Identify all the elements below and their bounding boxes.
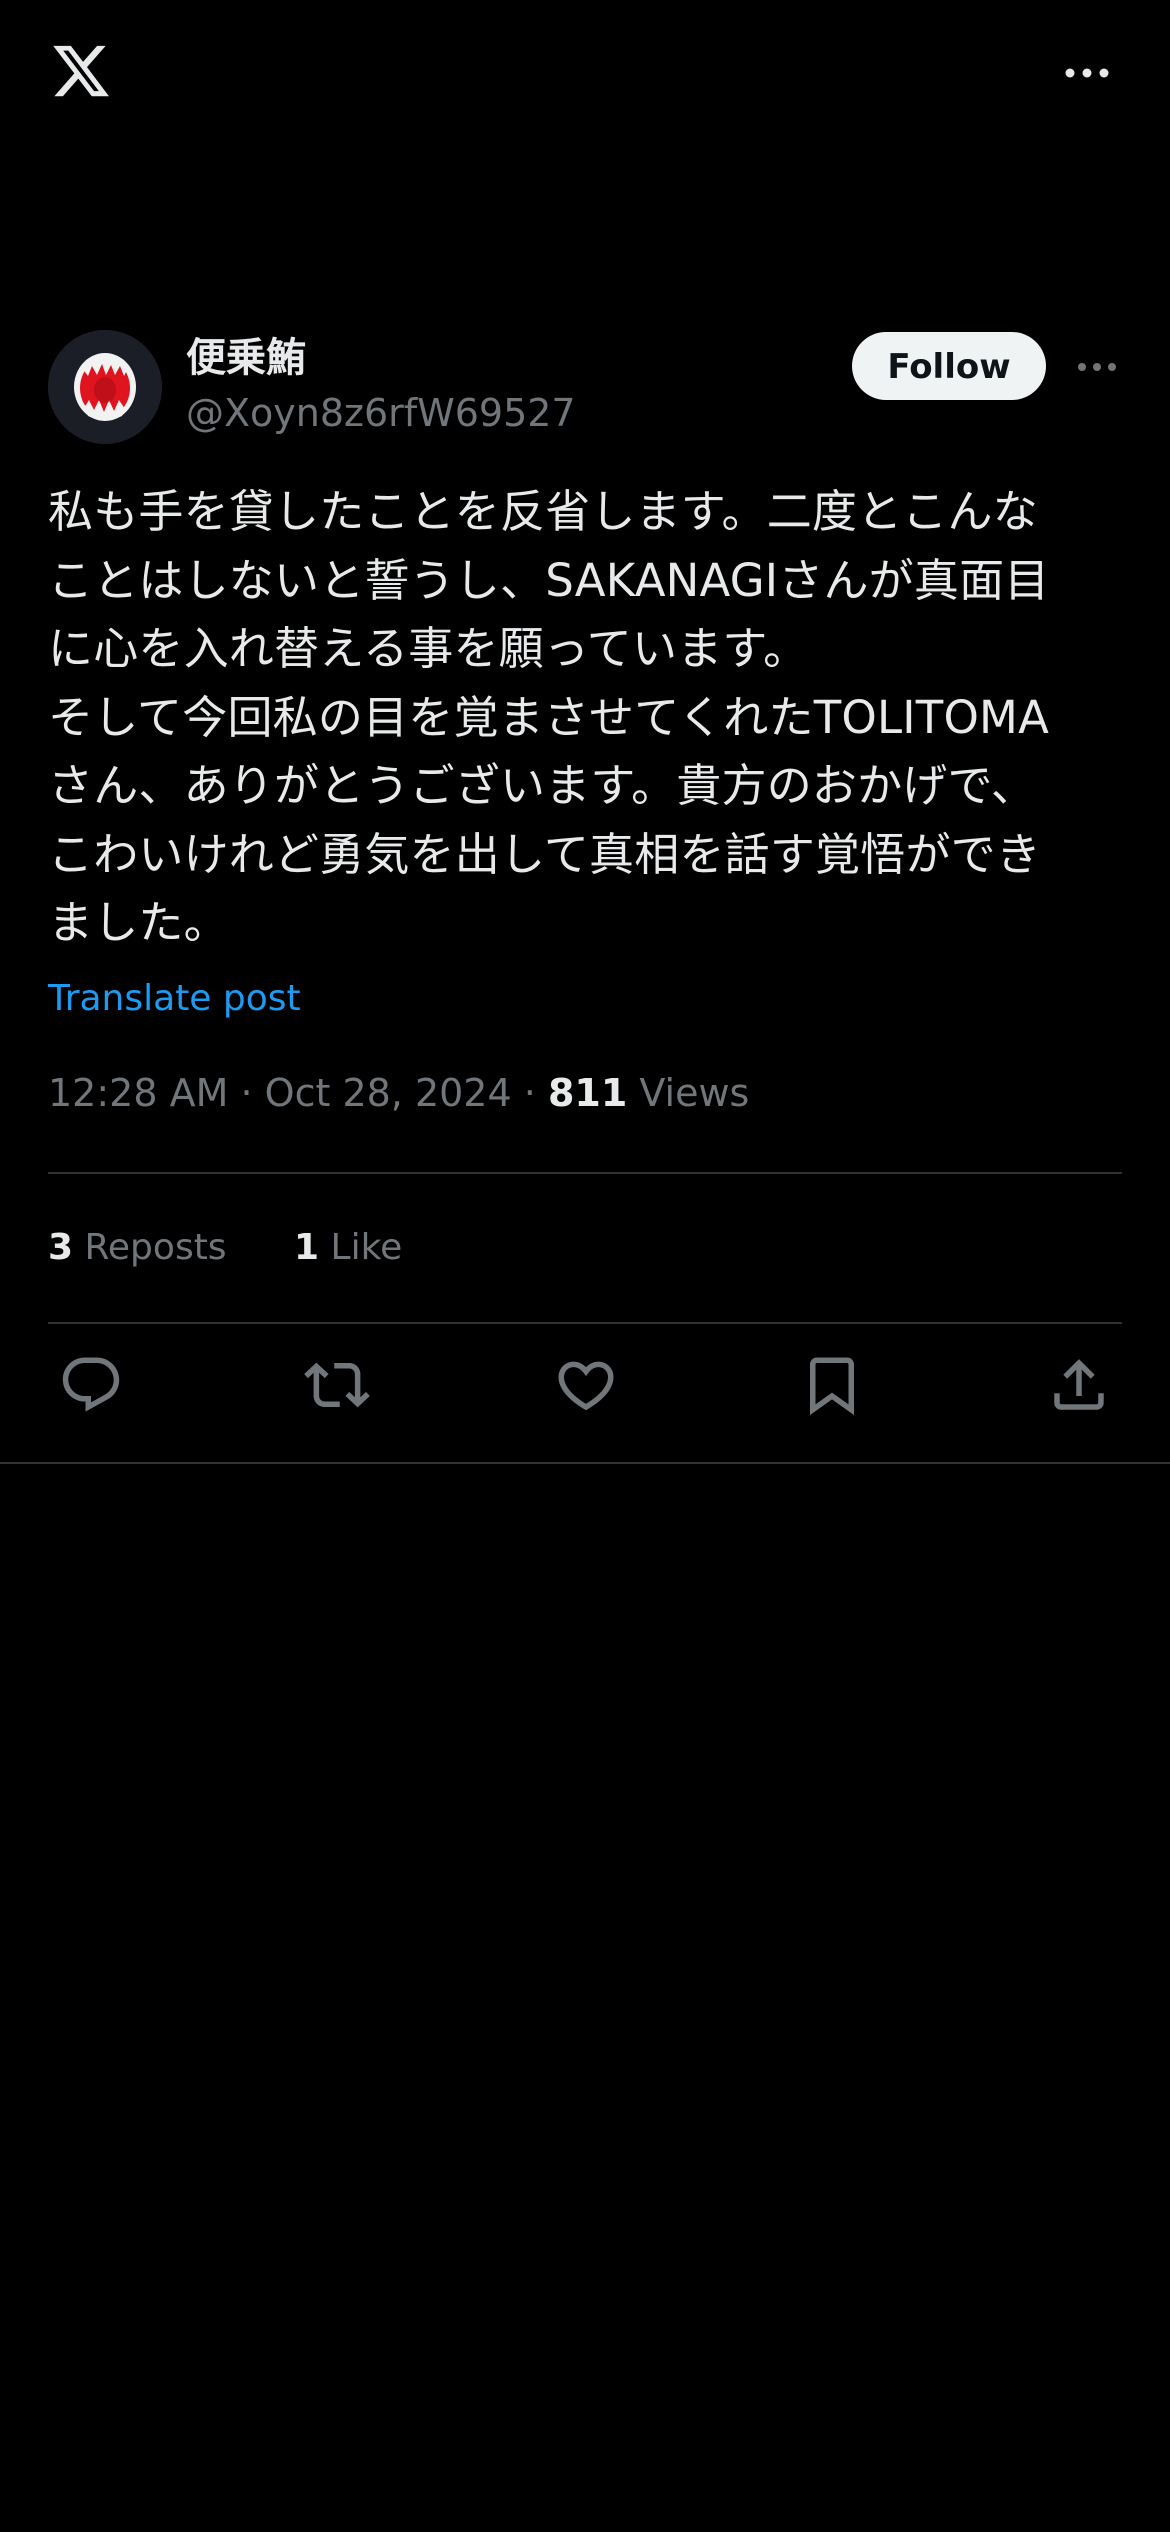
reposts-stat[interactable]: 3 Reposts: [48, 1224, 227, 1272]
post-time[interactable]: 12:28 AM: [48, 1071, 228, 1115]
post-text: 私も手を貸したことを反省します。二度とこんな ことはしないと誓うし、SAKANA…: [48, 478, 1128, 958]
likes-label: Like: [330, 1227, 403, 1268]
post-text-line: ました。: [48, 896, 229, 949]
more-horizontal-icon[interactable]: [1075, 352, 1119, 382]
post-text-line: さん、ありがとうございます。貴方のおかげで、: [48, 759, 1037, 812]
x-logo-icon[interactable]: [48, 40, 114, 102]
post-meta: 12:28 AM · Oct 28, 2024 · 811 Views: [48, 1068, 749, 1118]
post-text-line: に心を入れ替える事を願っています。: [48, 622, 809, 675]
divider: [48, 1322, 1122, 1324]
post-text-line: ことはしないと誓うし、SAKANAGIさんが真面目: [48, 553, 1050, 607]
avatar[interactable]: [48, 330, 162, 444]
heart-icon[interactable]: [553, 1352, 619, 1418]
translate-post-link[interactable]: Translate post: [48, 975, 301, 1023]
meta-separator: ·: [523, 1071, 536, 1115]
divider: [0, 1462, 1170, 1464]
reposts-label: Reposts: [84, 1227, 227, 1268]
bookmark-icon[interactable]: [799, 1352, 865, 1418]
follow-button[interactable]: Follow: [852, 332, 1046, 400]
post-text-line: そして今回私の目を覚まさせてくれたTOLITOMA: [48, 690, 1050, 744]
likes-count: 1: [294, 1227, 320, 1268]
reposts-count: 3: [48, 1227, 74, 1268]
post-date[interactable]: Oct 28, 2024: [265, 1071, 512, 1115]
post-actions: [0, 1352, 1170, 1432]
divider: [48, 1172, 1122, 1174]
views-count: 811: [547, 1071, 628, 1115]
author-name[interactable]: 便乗鮪: [186, 332, 306, 384]
red-open-mouth-avatar-icon: [48, 330, 162, 444]
share-icon[interactable]: [1046, 1352, 1112, 1418]
post-text-line: 私も手を貸したことを反省します。二度とこんな: [48, 485, 1038, 538]
repost-icon[interactable]: [304, 1352, 370, 1418]
author-handle[interactable]: @Xoyn8z6rfW69527: [186, 388, 576, 438]
meta-separator: ·: [240, 1071, 253, 1115]
more-horizontal-icon[interactable]: [1062, 58, 1112, 88]
top-bar: [0, 0, 1170, 150]
likes-stat[interactable]: 1 Like: [294, 1224, 402, 1272]
reply-icon[interactable]: [58, 1352, 124, 1418]
post-text-line: こわいけれど勇気を出して真相を話す覚悟ができ: [48, 827, 1042, 881]
engagement-stats: 3 Reposts 1 Like: [48, 1224, 458, 1272]
views-label: Views: [639, 1071, 750, 1115]
